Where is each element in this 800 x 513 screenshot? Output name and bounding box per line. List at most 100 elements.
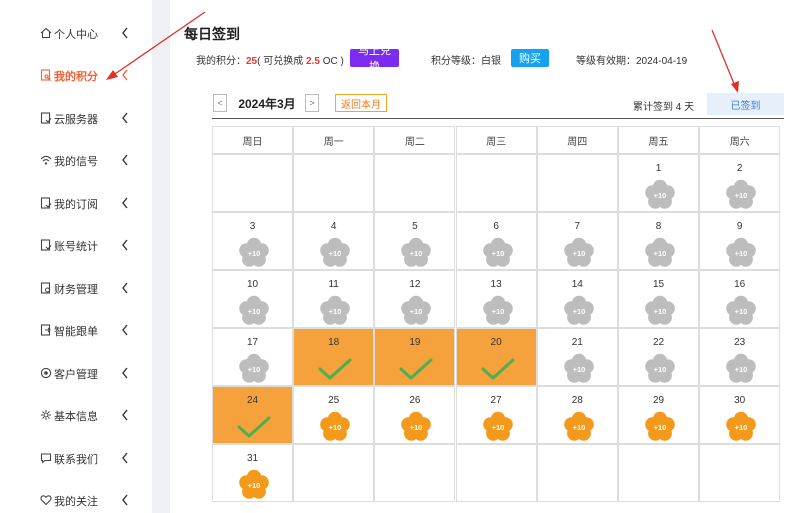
reward-label: +10 <box>735 249 748 258</box>
weekday-header-cell: 周五 <box>618 126 699 154</box>
calendar-day-cell[interactable]: 15 +10 <box>618 270 699 328</box>
calendar-empty-cell <box>455 444 537 502</box>
calendar-day-cell[interactable]: 11 +10 <box>293 270 375 328</box>
chevron-left-icon <box>122 324 128 336</box>
reward-label: +10 <box>410 249 423 258</box>
calendar-day-cell[interactable]: 21 +10 <box>536 328 618 386</box>
sidebar-item-label: 基本信息 <box>54 411 98 423</box>
exchange-suffix: OC ) <box>319 56 344 67</box>
sidebar-item-smart-follow[interactable]: 智能跟单 <box>0 320 152 340</box>
day-number: 2 <box>736 163 743 174</box>
reward-label: +10 <box>329 249 342 258</box>
calendar-day-cell[interactable]: 24 <box>212 386 293 444</box>
calendar-day-cell[interactable]: 26 +10 <box>374 386 456 444</box>
chevron-left-icon <box>122 367 128 379</box>
weekday-header-cell: 周六 <box>699 126 781 154</box>
reward-label: +10 <box>248 307 261 316</box>
calendar-empty-cell <box>293 444 375 502</box>
day-number: 31 <box>246 453 259 464</box>
sidebar-item-account-stats[interactable]: 账号统计 <box>0 235 152 255</box>
reward-flower-icon: +10 <box>563 353 594 383</box>
exchange-now-button[interactable]: 马上兑换 <box>350 45 399 73</box>
calendar-day-cell[interactable]: 1 +10 <box>618 154 699 212</box>
calendar-day-cell[interactable]: 4 +10 <box>293 212 375 270</box>
day-number: 16 <box>734 279 746 290</box>
points-summary: 我的积分：25( 可兑换成 2.5 OC ) <box>196 52 344 67</box>
checkmark-icon <box>237 416 271 438</box>
reward-label: +10 <box>491 307 504 316</box>
calendar-day-cell[interactable]: 16 +10 <box>699 270 781 328</box>
reward-flower-icon: +10 <box>645 237 675 267</box>
signed-in-button[interactable]: 已签到 <box>707 93 784 115</box>
next-month-button[interactable]: > <box>305 94 319 112</box>
level-label: 积分等级： <box>431 56 481 67</box>
calendar-empty-cell <box>618 444 699 502</box>
calendar-day-cell[interactable]: 3 +10 <box>212 212 293 270</box>
calendar-day-cell[interactable]: 6 +10 <box>455 212 537 270</box>
sidebar-item-cloud-server[interactable]: 云服务器 <box>0 108 152 128</box>
sidebar-item-label: 财务管理 <box>54 284 98 296</box>
sidebar-item-finance[interactable]: 财务管理 <box>0 278 152 298</box>
reward-label: +10 <box>572 249 585 258</box>
sidebar-item-customers[interactable]: 客户管理 <box>0 363 152 383</box>
weekday-header-cell: 周四 <box>536 126 618 154</box>
prev-month-button[interactable]: < <box>213 94 227 112</box>
sidebar-item-label: 我的信号 <box>54 156 98 168</box>
reward-flower-icon: +10 <box>645 295 675 325</box>
reward-flower-icon: +10 <box>645 411 675 441</box>
sidebar-item-my-subscriptions[interactable]: 我的订阅 <box>0 193 152 213</box>
chevron-left-icon <box>122 494 128 506</box>
day-number: 7 <box>574 221 581 232</box>
points-doc-icon <box>40 69 51 81</box>
calendar-day-cell[interactable]: 29 +10 <box>618 386 699 444</box>
calendar-day-cell[interactable]: 17 +10 <box>212 328 293 386</box>
calendar-day-cell[interactable]: 12 +10 <box>374 270 456 328</box>
sidebar-item-contact-us[interactable]: 联系我们 <box>0 448 152 468</box>
calendar-day-cell[interactable]: 22 +10 <box>618 328 699 386</box>
sidebar-item-my-points[interactable]: 我的积分 <box>0 65 152 85</box>
sidebar-item-personal-center[interactable]: 个人中心 <box>0 23 152 43</box>
sidebar-item-my-signals[interactable]: 我的信号 <box>0 150 152 170</box>
calendar-day-cell[interactable]: 14 +10 <box>536 270 618 328</box>
calendar-day-cell[interactable]: 27 +10 <box>455 386 537 444</box>
calendar-day-cell[interactable]: 30 +10 <box>699 386 781 444</box>
calendar-day-cell[interactable]: 20 <box>455 328 537 386</box>
reward-flower-icon: +10 <box>563 295 594 325</box>
reward-label: +10 <box>572 365 585 374</box>
chevron-left-icon <box>122 409 128 421</box>
chevron-left-icon <box>122 282 128 294</box>
reward-label: +10 <box>654 249 667 258</box>
reward-flower-icon: +10 <box>320 411 350 441</box>
level-value: 白银 <box>481 56 501 67</box>
smart-follow-icon <box>40 324 51 336</box>
reward-flower-icon: +10 <box>563 411 594 441</box>
sidebar-item-label: 智能跟单 <box>54 326 98 338</box>
reward-flower-icon: +10 <box>563 237 594 267</box>
day-number: 14 <box>571 279 583 290</box>
calendar-day-cell[interactable]: 10 +10 <box>212 270 293 328</box>
calendar-day-cell[interactable]: 25 +10 <box>293 386 375 444</box>
calendar-day-cell[interactable]: 23 +10 <box>699 328 781 386</box>
calendar-day-cell[interactable]: 13 +10 <box>455 270 537 328</box>
calendar-day-cell[interactable]: 19 <box>374 328 456 386</box>
calendar-day-cell[interactable]: 8 +10 <box>618 212 699 270</box>
calendar-day-cell[interactable]: 31 +10 <box>212 444 293 502</box>
reward-flower-icon: +10 <box>401 411 432 441</box>
calendar-day-cell[interactable]: 2 +10 <box>699 154 781 212</box>
chevron-left-icon <box>122 239 128 251</box>
calendar-day-cell[interactable]: 5 +10 <box>374 212 456 270</box>
reward-label: +10 <box>329 307 342 316</box>
buy-button[interactable]: 购买 <box>511 49 549 67</box>
gutter <box>152 0 170 513</box>
calendar-day-cell[interactable]: 7 +10 <box>536 212 618 270</box>
back-to-this-month-button[interactable]: 返回本月 <box>335 94 387 112</box>
day-number: 24 <box>246 395 259 406</box>
sidebar-item-my-follows[interactable]: 我的关注 <box>0 490 152 510</box>
chevron-left-icon <box>122 452 128 464</box>
sidebar-item-label: 账号统计 <box>54 241 98 253</box>
calendar-day-cell[interactable]: 28 +10 <box>536 386 618 444</box>
sidebar-item-basic-info[interactable]: 基本信息 <box>0 405 152 425</box>
calendar-day-cell[interactable]: 9 +10 <box>699 212 781 270</box>
reward-flower-icon: +10 <box>645 179 675 209</box>
calendar-day-cell[interactable]: 18 <box>293 328 375 386</box>
